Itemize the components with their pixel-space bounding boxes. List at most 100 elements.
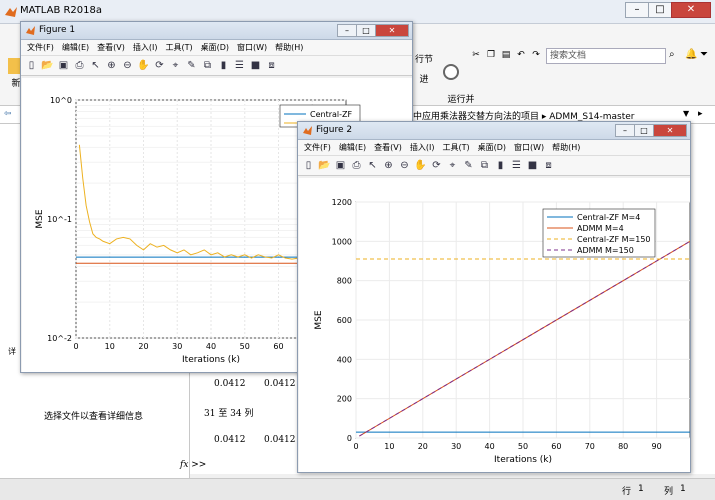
legend-icon[interactable]: ☰ [510, 159, 523, 172]
menu-desktop[interactable]: 桌面(D) [478, 142, 506, 153]
menu-window[interactable]: 窗口(W) [514, 142, 544, 153]
menu-edit[interactable]: 编辑(E) [62, 42, 89, 53]
brush-icon[interactable]: ✎ [462, 159, 475, 172]
menu-help[interactable]: 帮助(H) [552, 142, 580, 153]
hide-tools-icon[interactable]: ■ [249, 59, 262, 72]
link-icon[interactable]: ⧉ [201, 59, 214, 72]
rotate-icon[interactable]: ⟳ [430, 159, 443, 172]
redo-icon[interactable]: ↷ [530, 49, 542, 61]
maximize-button[interactable]: □ [634, 124, 654, 137]
notification-bell-icon[interactable]: 🔔 [685, 49, 697, 60]
x-tick-label: 50 [240, 342, 250, 351]
new-figure-icon[interactable]: ▯ [25, 59, 38, 72]
open-icon[interactable]: 📂 [41, 59, 54, 72]
figure-titlebar[interactable]: Figure 1 – □ ✕ [21, 22, 412, 40]
zoom-out-icon[interactable]: ⊖ [121, 59, 134, 72]
back-arrow-icon[interactable]: ⇦ [4, 109, 12, 119]
browse-folder-icon[interactable]: ▸ [698, 109, 703, 119]
command-prompt[interactable]: fx >> [180, 460, 206, 470]
save-icon[interactable]: ▣ [57, 59, 70, 72]
save-icon[interactable]: ▣ [334, 159, 347, 172]
menu-window[interactable]: 窗口(W) [237, 42, 267, 53]
pan-icon[interactable]: ✋ [414, 159, 427, 172]
paste-icon[interactable]: ▤ [500, 49, 512, 61]
y-tick-label: 600 [337, 316, 352, 325]
open-icon[interactable]: 📂 [318, 159, 331, 172]
brush-icon[interactable]: ✎ [185, 59, 198, 72]
advance-button[interactable]: 进 [413, 72, 435, 85]
figure-toolbar: ▯ 📂 ▣ ⎙ ↖ ⊕ ⊖ ✋ ⟳ ⌖ ✎ ⧉ ▮ ☰ ■ ⧈ [21, 56, 412, 76]
print-icon[interactable]: ⎙ [73, 59, 86, 72]
matlab-logo-icon [5, 7, 17, 17]
search-icon[interactable]: ⌕ [669, 49, 675, 60]
output-value: 0.0412 [264, 435, 296, 445]
minimize-button[interactable]: – [625, 2, 649, 18]
colorbar-icon[interactable]: ▮ [217, 59, 230, 72]
legend-label: Central-ZF M=150 [577, 235, 651, 244]
menu-file[interactable]: 文件(F) [27, 42, 54, 53]
x-tick-label: 10 [384, 442, 394, 451]
details-tab[interactable]: 详 [8, 346, 16, 357]
menu-insert[interactable]: 插入(I) [410, 142, 435, 153]
run-section-button[interactable]: 行节 [413, 52, 435, 65]
window-controls: – □ ✕ [625, 2, 711, 18]
pan-icon[interactable]: ✋ [137, 59, 150, 72]
figure-2-window[interactable]: Figure 2 – □ ✕ 文件(F) 编辑(E) 查看(V) 插入(I) 工具(… [297, 121, 691, 473]
data-cursor-icon[interactable]: ⌖ [446, 159, 459, 172]
maximize-button[interactable]: □ [356, 24, 376, 37]
menu-insert[interactable]: 插入(I) [133, 42, 158, 53]
y-tick-label: 800 [337, 277, 352, 286]
close-button[interactable]: ✕ [653, 124, 687, 137]
y-tick-label: 10^-2 [47, 334, 72, 343]
x-tick-label: 30 [172, 342, 182, 351]
close-button[interactable]: ✕ [375, 24, 409, 37]
link-icon[interactable]: ⧉ [478, 159, 491, 172]
zoom-in-icon[interactable]: ⊕ [382, 159, 395, 172]
menu-tools[interactable]: 工具(T) [165, 42, 192, 53]
data-cursor-icon[interactable]: ⌖ [169, 59, 182, 72]
figure-titlebar[interactable]: Figure 2 – □ ✕ [298, 122, 690, 140]
search-docs-input[interactable]: 搜索文档 [546, 48, 666, 64]
cut-icon[interactable]: ✂ [470, 49, 482, 61]
x-tick-label: 90 [652, 442, 662, 451]
menu-view[interactable]: 查看(V) [97, 42, 125, 53]
legend-icon[interactable]: ☰ [233, 59, 246, 72]
row-value: 1 [638, 484, 644, 494]
minimize-button[interactable]: – [337, 24, 357, 37]
copy-icon[interactable]: ❐ [485, 49, 497, 61]
zoom-out-icon[interactable]: ⊖ [398, 159, 411, 172]
figure-title: Figure 2 [316, 125, 353, 135]
run-section-label: 行节 [414, 55, 433, 65]
print-icon[interactable]: ⎙ [350, 159, 363, 172]
hide-tools-icon[interactable]: ■ [526, 159, 539, 172]
minimize-button[interactable]: – [615, 124, 635, 137]
menu-edit[interactable]: 编辑(E) [339, 142, 366, 153]
undo-icon[interactable]: ↶ [515, 49, 527, 61]
menu-desktop[interactable]: 桌面(D) [201, 42, 229, 53]
menu-view[interactable]: 查看(V) [374, 142, 402, 153]
col-value: 1 [680, 484, 686, 494]
x-axis-label: Iterations (k) [494, 455, 552, 465]
zoom-in-icon[interactable]: ⊕ [105, 59, 118, 72]
x-tick-label: 20 [418, 442, 428, 451]
dock-icon[interactable]: ⧈ [265, 59, 278, 72]
pointer-icon[interactable]: ↖ [89, 59, 102, 72]
colorbar-icon[interactable]: ▮ [494, 159, 507, 172]
x-tick-label: 50 [518, 442, 528, 451]
menu-help[interactable]: 帮助(H) [275, 42, 303, 53]
y-tick-label: 200 [337, 395, 352, 404]
pointer-icon[interactable]: ↖ [366, 159, 379, 172]
menu-tools[interactable]: 工具(T) [442, 142, 469, 153]
new-figure-icon[interactable]: ▯ [302, 159, 315, 172]
chart-2[interactable]: 0 10 20 30 40 50 60 70 80 90 0 200 400 600 800 1000 1200… [299, 178, 691, 472]
dock-icon[interactable]: ⧈ [542, 159, 555, 172]
menu-file[interactable]: 文件(F) [304, 142, 331, 153]
x-tick-label: 0 [73, 342, 78, 351]
figure-canvas[interactable]: 0 10 20 30 40 50 60 70 80 90 0 200 400 600 800 1000 1200… [299, 178, 691, 472]
path-dropdown-icon[interactable]: ▼ [683, 109, 689, 118]
close-button[interactable]: ✕ [671, 2, 711, 18]
output-columns-label: 31 至 34 列 [204, 409, 254, 419]
rotate-icon[interactable]: ⟳ [153, 59, 166, 72]
maximize-button[interactable]: □ [648, 2, 672, 18]
expand-ribbon-icon[interactable]: ⏷ [700, 49, 708, 60]
